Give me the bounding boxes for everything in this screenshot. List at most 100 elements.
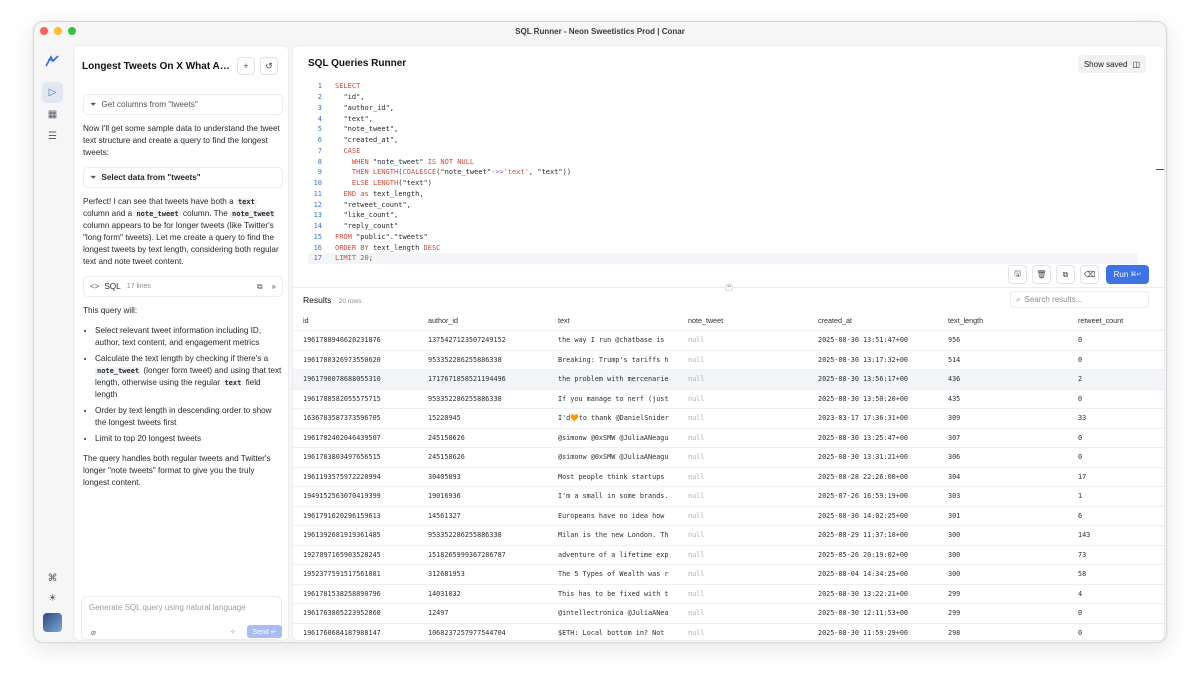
table-cell[interactable]: 17 bbox=[1068, 473, 1164, 481]
table-cell[interactable]: 19016936 bbox=[418, 492, 548, 500]
table-cell[interactable]: 1961193575972220994 bbox=[293, 473, 418, 481]
table-cell[interactable]: I'm a small in some brands. bbox=[548, 492, 678, 500]
code-line[interactable]: 9 THEN LENGTH(COALESCE("note_tweet"->>'t… bbox=[308, 167, 1138, 178]
table-cell[interactable]: 1961763805223952860 bbox=[293, 609, 418, 617]
table-cell[interactable]: 1961783803497656515 bbox=[293, 453, 418, 461]
table-cell[interactable]: 0 bbox=[1068, 629, 1164, 637]
table-cell[interactable]: 1961781538258890796 bbox=[293, 590, 418, 598]
copy-icon[interactable]: ⧉ bbox=[257, 281, 263, 293]
code-line[interactable]: 1 SELECT bbox=[308, 81, 1138, 92]
code-line[interactable]: 3 "author_id", bbox=[308, 103, 1138, 114]
minimize-window-button[interactable] bbox=[54, 27, 62, 35]
code-line[interactable]: 2 "id", bbox=[308, 92, 1138, 103]
table-cell[interactable]: 956 bbox=[938, 336, 1068, 344]
table-cell[interactable]: null bbox=[678, 609, 808, 617]
table-cell[interactable]: 0 bbox=[1068, 336, 1164, 344]
table-cell[interactable]: 14561327 bbox=[418, 512, 548, 520]
code-line[interactable]: 6 "created_at", bbox=[308, 135, 1138, 146]
column-header-note-tweet[interactable]: note_tweet bbox=[678, 316, 808, 325]
tool-call-select-data[interactable]: ⏷ Select data from "tweets" bbox=[83, 167, 283, 188]
table-cell[interactable]: I'd🧡to thank @DanielSnider bbox=[548, 414, 678, 422]
table-row[interactable]: 1927097165903528245 1518265999367286787 ad… bbox=[293, 546, 1164, 565]
table-cell[interactable]: 2025-08-30 12:11:53+00 bbox=[808, 609, 938, 617]
table-row[interactable]: 1961392681919361485 953352286255886338 Mil… bbox=[293, 526, 1164, 546]
copy-button[interactable]: ⧉ bbox=[1056, 265, 1075, 284]
sql-code-block[interactable]: <> SQL 17 lines ⧉ » bbox=[83, 276, 283, 297]
table-cell[interactable]: 2025-08-30 13:31:21+00 bbox=[808, 453, 938, 461]
table-cell[interactable]: null bbox=[678, 356, 808, 364]
table-cell[interactable]: null bbox=[678, 570, 808, 578]
table-cell[interactable]: the way I run @chatbase is bbox=[548, 336, 678, 344]
table-row[interactable]: 1636783587373596705 15220945 I'd🧡to thank … bbox=[293, 409, 1164, 429]
table-cell[interactable]: 12497 bbox=[418, 609, 548, 617]
table-cell[interactable]: 33 bbox=[1068, 414, 1164, 422]
conar-logo-icon[interactable] bbox=[44, 54, 60, 68]
list-nav-button[interactable]: ☰ bbox=[42, 126, 63, 147]
table-cell[interactable]: Milan is the new London. Th bbox=[548, 531, 678, 539]
table-cell[interactable]: null bbox=[678, 531, 808, 539]
table-row[interactable]: 1961782402046439507 245158626 @simonw @0xS… bbox=[293, 429, 1164, 448]
table-cell[interactable]: 0 bbox=[1068, 434, 1164, 442]
table-row[interactable]: 1961788946620231876 1375427123507249152th… bbox=[293, 331, 1164, 351]
table-cell[interactable]: 1961791620296159613 bbox=[293, 512, 418, 520]
table-cell[interactable]: 1952377591517561081 bbox=[293, 570, 418, 578]
code-line[interactable]: 7 CASE bbox=[308, 146, 1138, 157]
code-line[interactable]: 5 "note_tweet", bbox=[308, 124, 1138, 135]
code-line[interactable]: 4 "text", bbox=[308, 113, 1138, 124]
table-cell[interactable]: 73 bbox=[1068, 551, 1164, 559]
table-cell[interactable]: null bbox=[678, 434, 808, 442]
table-cell[interactable]: 1518265999367286787 bbox=[418, 551, 548, 559]
table-cell[interactable]: 245158626 bbox=[418, 434, 548, 442]
column-header-author-id[interactable]: author_id bbox=[418, 316, 548, 325]
table-cell[interactable]: null bbox=[678, 336, 808, 344]
table-cell[interactable]: 300 bbox=[938, 551, 1068, 559]
code-line[interactable]: 8 WHEN "note_tweet" IS NOT NULL bbox=[308, 156, 1138, 167]
table-cell[interactable]: 304 bbox=[938, 473, 1068, 481]
table-cell[interactable]: 2025-08-30 13:17:32+00 bbox=[808, 356, 938, 364]
table-row[interactable]: 1961790078688055310 1717671858521194496th… bbox=[293, 370, 1164, 390]
tables-nav-button[interactable]: ▦ bbox=[42, 104, 63, 125]
table-cell[interactable]: 2023-03-17 17:36:31+00 bbox=[808, 414, 938, 422]
table-cell[interactable]: 435 bbox=[938, 395, 1068, 403]
table-cell[interactable]: 1375427123507249152 bbox=[418, 336, 548, 344]
attach-icon[interactable]: ⌀ bbox=[91, 628, 96, 637]
table-cell[interactable]: 953352286255886338 bbox=[418, 356, 548, 364]
code-line[interactable]: 13 "like_count", bbox=[308, 210, 1138, 221]
table-cell[interactable]: 1717671858521194496 bbox=[418, 375, 548, 383]
sql-runner-nav-button[interactable]: ▷ bbox=[42, 82, 63, 103]
table-cell[interactable]: 1961782402046439507 bbox=[293, 434, 418, 442]
table-cell[interactable]: null bbox=[678, 473, 808, 481]
table-cell[interactable]: 298 bbox=[938, 629, 1068, 637]
table-cell[interactable]: 953352286255886338 bbox=[418, 531, 548, 539]
clear-button[interactable]: 🗑 bbox=[1032, 265, 1051, 284]
zoom-window-button[interactable] bbox=[68, 27, 76, 35]
table-cell[interactable]: Breaking: Trump's tariffs h bbox=[548, 356, 678, 364]
table-cell[interactable]: 15220945 bbox=[418, 414, 548, 422]
table-row[interactable]: 1961763805223952860 12497 @intellectronica… bbox=[293, 604, 1164, 624]
table-cell[interactable]: 0 bbox=[1068, 356, 1164, 364]
table-cell[interactable]: null bbox=[678, 492, 808, 500]
theme-toggle-button[interactable]: ☀ bbox=[42, 588, 63, 609]
table-cell[interactable]: 2025-08-28 22:26:00+00 bbox=[808, 473, 938, 481]
table-cell[interactable]: 1927097165903528245 bbox=[293, 551, 418, 559]
command-button[interactable]: ⌘ bbox=[42, 568, 63, 589]
table-cell[interactable]: @simonw @0xSMW @JuliaANeagu bbox=[548, 434, 678, 442]
tool-call-get-columns[interactable]: ⏷ Get columns from "tweets" bbox=[83, 94, 283, 115]
column-header-created-at[interactable]: created_at bbox=[808, 316, 938, 325]
table-cell[interactable]: 2025-08-30 13:25:47+00 bbox=[808, 434, 938, 442]
table-row[interactable]: 1961791620296159613 14561327 Europeans hav… bbox=[293, 507, 1164, 526]
table-row[interactable]: 1961780326973550620 953352286255886338 Bre… bbox=[293, 351, 1164, 370]
table-row[interactable]: 1961760684187988147 1068237257977544704 $E… bbox=[293, 624, 1164, 641]
format-button[interactable]: ⌫ bbox=[1080, 265, 1099, 284]
table-cell[interactable]: 300 bbox=[938, 570, 1068, 578]
table-row[interactable]: 1949152563070419399 19016936 I'm a small i… bbox=[293, 487, 1164, 507]
table-cell[interactable]: adventure of a lifetime exp bbox=[548, 551, 678, 559]
table-cell[interactable]: 0 bbox=[1068, 453, 1164, 461]
code-line[interactable]: 16 ORDER BY text_length DESC bbox=[308, 242, 1138, 253]
table-cell[interactable]: the problem with mercenarie bbox=[548, 375, 678, 383]
code-line[interactable]: 17 LIMIT 20; bbox=[308, 253, 1138, 264]
table-cell[interactable]: 245158626 bbox=[418, 453, 548, 461]
table-cell[interactable]: 301 bbox=[938, 512, 1068, 520]
table-cell[interactable]: null bbox=[678, 512, 808, 520]
column-header-retweet-count[interactable]: retweet_count bbox=[1068, 316, 1164, 325]
